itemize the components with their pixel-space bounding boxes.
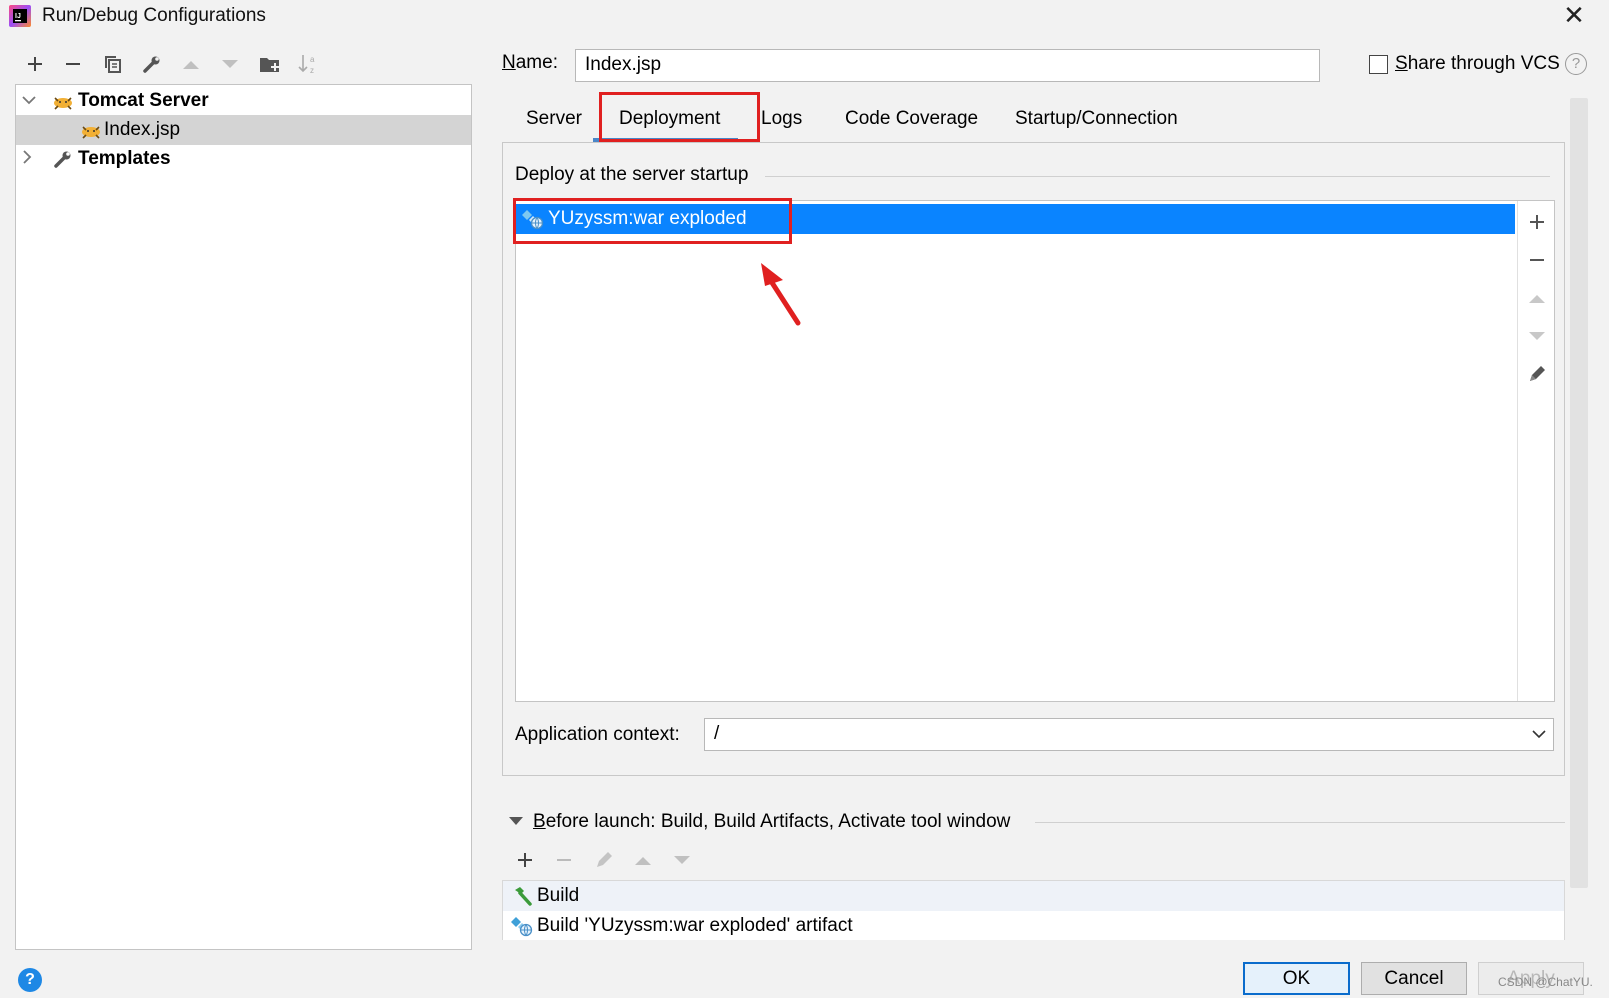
app-context-label: Application context: <box>515 724 680 745</box>
artifact-list[interactable] <box>515 200 1555 702</box>
intellij-app-icon: IJ <box>9 5 31 27</box>
add-icon[interactable] <box>1518 207 1555 237</box>
tomcat-icon <box>50 91 76 111</box>
share-vcs-checkbox[interactable] <box>1369 55 1388 74</box>
configuration-tree[interactable]: Tomcat Server Index.jsp Templates <box>15 84 472 950</box>
artifact-side-toolbar <box>1517 201 1554 701</box>
share-vcs-label[interactable]: Share through VCS <box>1395 53 1560 75</box>
add-icon[interactable] <box>508 845 542 875</box>
scrollbar[interactable] <box>1570 98 1588 888</box>
help-icon[interactable]: ? <box>1565 53 1587 75</box>
svg-text:z: z <box>310 66 314 75</box>
remove-icon <box>547 845 581 875</box>
before-launch-label[interactable]: Before launch: Build, Build Artifacts, A… <box>533 811 1010 833</box>
copy-icon[interactable] <box>98 50 128 78</box>
tree-item-tomcat-server[interactable]: Tomcat Server <box>16 86 471 116</box>
tree-item-label: Index.jsp <box>104 119 181 140</box>
remove-icon[interactable] <box>58 50 88 78</box>
section-divider <box>1035 822 1565 823</box>
before-launch-list[interactable]: Build Build 'YUzyssm:war exploded' artif… <box>502 880 1565 940</box>
wrench-icon <box>50 149 76 169</box>
tree-item-templates[interactable]: Templates <box>16 144 471 174</box>
annotation-box-deployment-tab <box>599 92 760 142</box>
section-divider <box>765 176 1550 177</box>
artifact-icon <box>507 915 537 937</box>
tab-startup-connection[interactable]: Startup/Connection <box>1015 104 1178 138</box>
tree-item-label: Tomcat Server <box>78 90 209 111</box>
move-up-icon <box>626 845 660 875</box>
svg-text:IJ: IJ <box>15 13 21 20</box>
name-field[interactable]: Index.jsp <box>575 49 1320 82</box>
app-context-field[interactable]: / <box>704 718 1554 751</box>
close-icon[interactable]: ✕ <box>1560 2 1588 30</box>
edit-icon[interactable] <box>1518 359 1555 389</box>
watermark: CSDN @ChatYU. <box>1498 975 1593 989</box>
tomcat-icon <box>78 120 104 140</box>
chevron-down-icon[interactable] <box>22 92 42 110</box>
hammer-icon <box>507 885 537 907</box>
title-bar: IJ Run/Debug Configurations ✕ <box>0 0 1609 34</box>
annotation-box-artifact <box>513 198 792 244</box>
new-folder-icon[interactable] <box>255 50 285 78</box>
collapse-triangle-icon[interactable] <box>508 815 524 827</box>
move-down-icon <box>215 50 245 78</box>
svg-text:a: a <box>310 55 315 64</box>
cancel-button[interactable]: Cancel <box>1361 962 1467 995</box>
tree-item-label: Templates <box>78 148 171 169</box>
chevron-right-icon[interactable] <box>22 149 42 169</box>
name-label: Name: <box>502 52 558 73</box>
edit-icon <box>587 845 621 875</box>
remove-icon[interactable] <box>1518 245 1555 275</box>
tree-item-index-jsp[interactable]: Index.jsp <box>16 115 471 145</box>
help-button[interactable]: ? <box>18 968 42 992</box>
ok-button[interactable]: OK <box>1243 962 1350 995</box>
move-down-icon <box>665 845 699 875</box>
sort-icon: az <box>294 50 324 78</box>
before-launch-item-label: Build <box>537 885 580 906</box>
tab-server[interactable]: Server <box>526 104 582 138</box>
move-up-icon <box>1518 283 1555 313</box>
before-launch-item-label: Build 'YUzyssm:war exploded' artifact <box>537 915 853 936</box>
tab-code-coverage[interactable]: Code Coverage <box>845 104 978 138</box>
wrench-icon[interactable] <box>137 50 167 78</box>
move-up-icon <box>176 50 206 78</box>
chevron-down-icon[interactable] <box>1527 722 1551 746</box>
move-down-icon <box>1518 321 1555 351</box>
add-icon[interactable] <box>20 50 50 78</box>
window-title: Run/Debug Configurations <box>42 5 266 26</box>
deploy-section-title: Deploy at the server startup <box>515 164 749 185</box>
tab-logs[interactable]: Logs <box>761 104 802 138</box>
before-launch-item-build[interactable]: Build <box>503 881 1564 911</box>
before-launch-item-build-artifact[interactable]: Build 'YUzyssm:war exploded' artifact <box>503 911 1564 941</box>
annotation-arrow-icon <box>761 263 801 326</box>
